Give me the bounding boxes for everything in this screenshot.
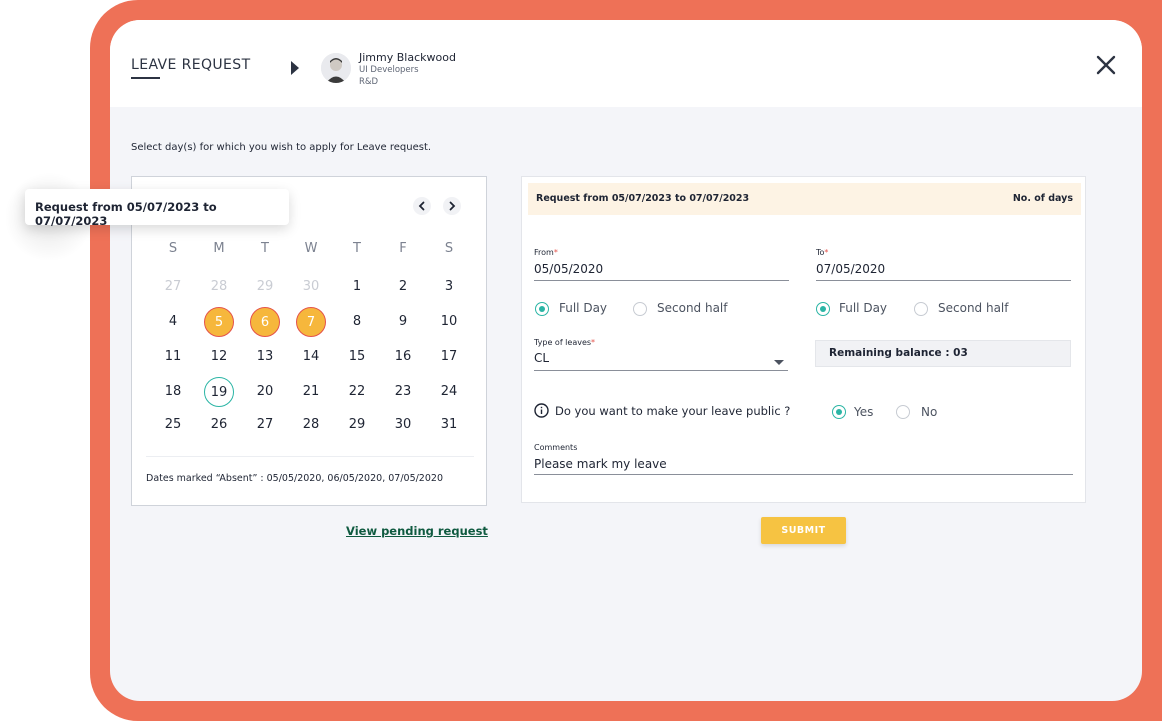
calendar-day[interactable]: 19 <box>204 377 234 407</box>
instruction-text: Select day(s) for which you wish to appl… <box>131 142 432 153</box>
submit-button[interactable]: SUBMIT <box>761 517 846 544</box>
calendar-day[interactable]: 29 <box>342 410 372 440</box>
divider <box>146 456 474 457</box>
dialog-header: LEAVE REQUEST Jimmy Blackwood UI Develop… <box>110 20 1142 107</box>
comments-underline <box>534 474 1073 475</box>
view-pending-request-link[interactable]: View pending request <box>346 524 488 538</box>
public-yes-radio[interactable] <box>832 405 846 419</box>
weekday-label: W <box>304 241 318 256</box>
calendar-day[interactable]: 13 <box>250 342 280 372</box>
absent-dates-note: Dates marked “Absent” : 05/05/2020, 06/0… <box>146 473 443 484</box>
close-icon[interactable] <box>1094 53 1118 77</box>
leave-form: Request from 05/07/2023 to 07/07/2023 No… <box>521 176 1086 503</box>
from-date-input[interactable]: 05/05/2020 <box>534 262 603 276</box>
user-department: UI Developers <box>359 65 419 75</box>
chevron-right-icon <box>291 61 299 75</box>
info-icon <box>534 403 549 418</box>
calendar-day[interactable]: 12 <box>204 342 234 372</box>
from-underline <box>534 280 789 281</box>
to-full-day-radio[interactable] <box>816 302 830 316</box>
calendar-day[interactable]: 31 <box>434 410 464 440</box>
calendar-day[interactable]: 4 <box>158 307 188 337</box>
calendar-day[interactable]: 26 <box>204 410 234 440</box>
calendar-day[interactable]: 28 <box>296 410 326 440</box>
calendar-day[interactable]: 8 <box>342 307 372 337</box>
from-full-day-radio[interactable] <box>535 302 549 316</box>
no-of-days-label: No. of days <box>1012 193 1073 204</box>
to-full-day-label: Full Day <box>839 301 888 315</box>
calendar-day[interactable]: 27 <box>250 410 280 440</box>
title-underline <box>131 77 160 79</box>
leave-type-underline <box>534 370 788 371</box>
calendar-day[interactable]: 7 <box>296 307 326 337</box>
weekday-label: S <box>444 241 454 256</box>
calendar-day[interactable]: 10 <box>434 307 464 337</box>
leave-type-label: Type of leaves* <box>534 338 596 347</box>
calendar-day: 28 <box>210 279 228 294</box>
calendar: SMTWTFS 27 28 29 30 1 2 3 4 5 6 7 8 9 10 11 12 13 14 15 16 1… <box>131 176 487 506</box>
from-label: From* <box>534 248 558 257</box>
calendar-day: 27 <box>164 279 182 294</box>
from-second-half-label: Second half <box>657 301 728 315</box>
request-range: Request from 05/07/2023 to 07/07/2023 <box>536 193 750 204</box>
weekday-label: T <box>261 241 269 256</box>
to-label: To* <box>816 248 829 257</box>
public-question: Do you want to make your leave public ? <box>555 404 791 418</box>
calendar-day[interactable]: 23 <box>388 377 418 407</box>
prev-month-button[interactable] <box>413 197 431 215</box>
weekday-label: F <box>399 241 407 256</box>
calendar-day[interactable]: 5 <box>204 307 234 337</box>
calendar-day[interactable]: 14 <box>296 342 326 372</box>
calendar-day[interactable]: 30 <box>388 410 418 440</box>
weekday-label: S <box>168 241 178 256</box>
chevron-down-icon[interactable] <box>774 360 784 365</box>
weekday-label: T <box>353 241 361 256</box>
calendar-day[interactable]: 15 <box>342 342 372 372</box>
comments-input[interactable]: Please mark my leave <box>534 457 667 471</box>
calendar-day[interactable]: 21 <box>296 377 326 407</box>
public-no-radio[interactable] <box>896 405 910 419</box>
calendar-day[interactable]: 3 <box>434 272 464 302</box>
page-title: LEAVE REQUEST <box>131 57 251 73</box>
comments-label: Comments <box>534 443 578 452</box>
calendar-day[interactable]: 18 <box>158 377 188 407</box>
calendar-day[interactable]: 1 <box>342 272 372 302</box>
to-second-half-radio[interactable] <box>914 302 928 316</box>
to-underline <box>816 280 1071 281</box>
calendar-day: 29 <box>256 279 274 294</box>
leave-request-dialog: LEAVE REQUEST Jimmy Blackwood UI Develop… <box>110 20 1142 701</box>
calendar-day[interactable]: 24 <box>434 377 464 407</box>
public-no-label: No <box>921 405 938 419</box>
to-second-half-label: Second half <box>938 301 1009 315</box>
calendar-day[interactable]: 2 <box>388 272 418 302</box>
remaining-balance: Remaining balance : 03 <box>815 340 1071 367</box>
calendar-day: 30 <box>302 279 320 294</box>
weekday-label: M <box>213 241 225 256</box>
calendar-day[interactable]: 6 <box>250 307 280 337</box>
next-month-button[interactable] <box>443 197 461 215</box>
calendar-day[interactable]: 20 <box>250 377 280 407</box>
calendar-day[interactable]: 11 <box>158 342 188 372</box>
calendar-day[interactable]: 16 <box>388 342 418 372</box>
calendar-day[interactable]: 9 <box>388 307 418 337</box>
calendar-day[interactable]: 22 <box>342 377 372 407</box>
request-range-tooltip: Request from 05/07/2023 to 07/07/2023 <box>25 189 289 228</box>
user-division: R&D <box>359 77 379 87</box>
to-date-input[interactable]: 07/05/2020 <box>816 262 885 276</box>
calendar-day[interactable]: 17 <box>434 342 464 372</box>
public-yes-label: Yes <box>854 405 874 419</box>
leave-type-select[interactable]: CL <box>534 351 549 365</box>
form-header: Request from 05/07/2023 to 07/07/2023 No… <box>528 183 1081 215</box>
from-full-day-label: Full Day <box>559 301 608 315</box>
calendar-day[interactable]: 25 <box>158 410 188 440</box>
avatar <box>321 53 351 83</box>
user-name: Jimmy Blackwood <box>359 51 456 64</box>
from-second-half-radio[interactable] <box>633 302 647 316</box>
